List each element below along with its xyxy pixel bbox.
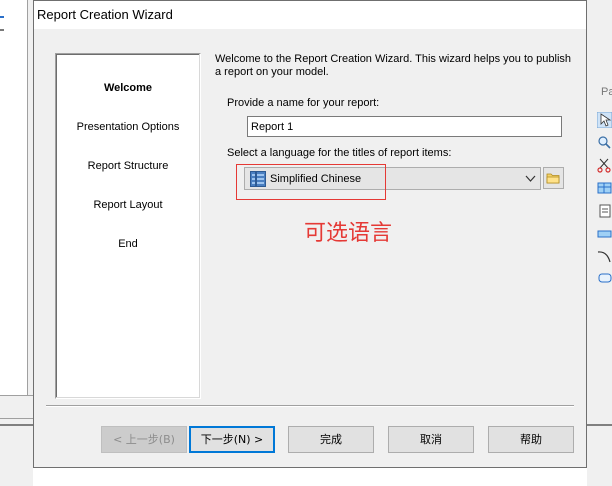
back-button[interactable]: < 上一步(B) xyxy=(101,426,187,453)
divider xyxy=(587,424,612,426)
divider xyxy=(0,395,33,396)
next-button[interactable]: 下一步(N) > xyxy=(189,426,275,453)
report-name-label: Provide a name for your report: xyxy=(227,97,380,109)
palette-label: Pa xyxy=(601,86,612,98)
annotation-text: 可选语言 xyxy=(304,221,393,246)
divider xyxy=(0,418,33,419)
language-label: Select a language for the titles of repo… xyxy=(227,147,452,159)
document-icon[interactable] xyxy=(597,203,612,219)
background-left-pane xyxy=(0,0,33,486)
table-icon[interactable] xyxy=(597,180,612,196)
curve-icon[interactable] xyxy=(597,248,612,264)
cancel-button[interactable]: 取消 xyxy=(388,426,474,453)
step-presentation-options: Presentation Options xyxy=(76,121,180,133)
rounded-rect-icon[interactable] xyxy=(597,270,612,286)
browse-folder-button[interactable] xyxy=(543,167,564,189)
finish-button[interactable]: 完成 xyxy=(288,426,374,453)
footer-separator xyxy=(46,405,574,407)
pointer-icon[interactable] xyxy=(597,112,612,128)
title-bar[interactable]: Report Creation Wizard xyxy=(34,1,586,29)
step-end: End xyxy=(118,238,138,250)
background-tree-panel xyxy=(0,0,28,395)
report-creation-wizard-dialog: Report Creation Wizard Welcome Presentat… xyxy=(33,0,587,468)
language-highlight-box xyxy=(236,164,386,200)
background-palette-pane: Pa xyxy=(587,0,612,486)
tree-item-marker xyxy=(0,29,4,31)
zoom-icon[interactable] xyxy=(597,135,612,151)
folder-icon xyxy=(546,173,560,184)
scissors-icon[interactable] xyxy=(597,157,612,173)
tree-selection-marker xyxy=(0,16,4,18)
step-report-structure: Report Structure xyxy=(87,160,169,172)
dialog-title: Report Creation Wizard xyxy=(37,7,173,22)
divider xyxy=(0,424,33,426)
chevron-down-icon xyxy=(525,175,536,182)
intro-text: Welcome to the Report Creation Wizard. T… xyxy=(215,53,572,78)
wizard-steps-panel: Welcome Presentation Options Report Stru… xyxy=(55,53,201,399)
step-report-layout: Report Layout xyxy=(93,199,163,211)
help-button[interactable]: 帮助 xyxy=(488,426,574,453)
step-welcome: Welcome xyxy=(103,82,153,94)
report-name-input[interactable] xyxy=(247,116,562,137)
field-icon[interactable] xyxy=(597,226,612,242)
